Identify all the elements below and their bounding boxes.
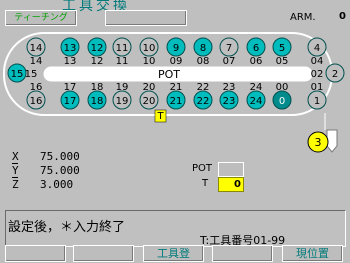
pocket-24-number: 24 xyxy=(250,96,263,107)
blank-top-button[interactable] xyxy=(105,10,187,26)
slot-label-bottom: 00 xyxy=(276,82,289,93)
slot-label-top: 13 xyxy=(64,56,77,67)
pocket-7-number: 7 xyxy=(226,43,232,54)
spindle-icon xyxy=(326,129,338,153)
t-input[interactable]: 0 xyxy=(218,177,244,192)
pocket-19-number: 19 xyxy=(116,96,129,107)
tool-magazine-diagram: POT 14 13 12 11 10 9 8 7 6 5 4 16 17 18 19 20 21 22 23 24 0… xyxy=(3,32,345,153)
slot-label-top: 04 xyxy=(311,56,324,67)
pot-input[interactable] xyxy=(218,162,244,177)
pot-bar-label: POT xyxy=(158,68,180,81)
slot-label-bottom: 18 xyxy=(91,82,104,93)
teaching-button[interactable]: ティーチング xyxy=(5,10,77,26)
arm-value: 0 xyxy=(339,11,346,22)
slot-label-top: 09 xyxy=(170,56,183,67)
slot-label-15: 15 xyxy=(25,69,38,80)
slot-label-bottom: 16 xyxy=(30,82,43,93)
slot-label-top: 08 xyxy=(197,56,210,67)
y-axis-value: 75.000 xyxy=(40,164,80,177)
pocket-6-number: 6 xyxy=(253,43,259,54)
z-axis-value: 3.000 xyxy=(40,178,74,191)
y-axis-underline xyxy=(12,163,18,164)
arm-label: ARM. xyxy=(290,12,316,23)
pot-input-label: POT xyxy=(192,163,213,174)
t-input-label: T xyxy=(202,178,209,189)
slot-label-02: 02 xyxy=(311,69,324,80)
x-axis-label: X xyxy=(12,150,19,163)
slot-label-bottom: 01 xyxy=(311,82,324,93)
pocket-9-number: 9 xyxy=(173,43,179,54)
pocket-13-number: 13 xyxy=(64,43,77,54)
slot-label-bottom: 19 xyxy=(116,82,129,93)
function-key-5[interactable]: 現位置 xyxy=(282,245,343,262)
position-readout: X 75.000 Y 75.000 Z 3.000 xyxy=(0,150,120,195)
function-key-1[interactable] xyxy=(5,245,66,262)
pocket-12-number: 12 xyxy=(91,43,104,54)
slot-label-top: 10 xyxy=(143,56,156,67)
slot-label-top: 11 xyxy=(116,56,129,67)
pocket-2-number: 2 xyxy=(332,69,338,80)
status-message: 設定後，＊入力終了 xyxy=(8,220,126,235)
pocket-17-number: 17 xyxy=(64,96,77,107)
pocket-4-number: 4 xyxy=(314,43,320,54)
function-key-2[interactable] xyxy=(73,245,134,262)
pocket-16-number: 16 xyxy=(30,96,43,107)
slot-label-bottom: 23 xyxy=(223,82,236,93)
z-axis-label: Z xyxy=(12,178,19,191)
pocket-11-number: 11 xyxy=(116,43,129,54)
slot-label-bottom: 21 xyxy=(170,82,183,93)
function-key-3-label: 工具登 xyxy=(157,247,190,260)
slot-label-bottom: 17 xyxy=(64,82,77,93)
pocket-0-number: 0 xyxy=(279,96,285,107)
spindle-tool-number: 3 xyxy=(315,136,322,149)
teaching-button-label: ティーチング xyxy=(14,13,68,23)
pocket-20-number: 20 xyxy=(143,96,156,107)
pocket-21-number: 21 xyxy=(170,96,183,107)
function-key-5-label: 現位置 xyxy=(296,247,329,260)
pocket-15-number: 15 xyxy=(11,69,24,80)
x-axis-value: 75.000 xyxy=(40,150,80,163)
pocket-5-number: 5 xyxy=(279,43,285,54)
pocket-1-number: 1 xyxy=(314,96,320,107)
pocket-23-number: 23 xyxy=(223,96,236,107)
slot-label-bottom: 22 xyxy=(197,82,210,93)
slot-label-bottom: 20 xyxy=(143,82,156,93)
slot-label-top: 14 xyxy=(30,56,43,67)
pocket-22-number: 22 xyxy=(197,96,210,107)
z-axis-underline xyxy=(12,177,18,178)
slot-label-top: 12 xyxy=(91,56,104,67)
slot-label-top: 05 xyxy=(276,56,289,67)
slot-label-top: 07 xyxy=(223,56,236,67)
y-axis-label: Y xyxy=(12,164,19,177)
tool-change-marker-label: T xyxy=(156,111,164,122)
pocket-14-number: 14 xyxy=(30,43,43,54)
slot-label-top: 06 xyxy=(250,56,263,67)
function-key-4[interactable] xyxy=(212,245,273,262)
slot-label-bottom: 24 xyxy=(250,82,263,93)
pocket-8-number: 8 xyxy=(200,43,206,54)
pocket-18-number: 18 xyxy=(91,96,104,107)
t-input-value: 0 xyxy=(234,179,241,190)
function-key-3[interactable]: 工具登 xyxy=(143,245,204,262)
pocket-10-number: 10 xyxy=(143,43,156,54)
